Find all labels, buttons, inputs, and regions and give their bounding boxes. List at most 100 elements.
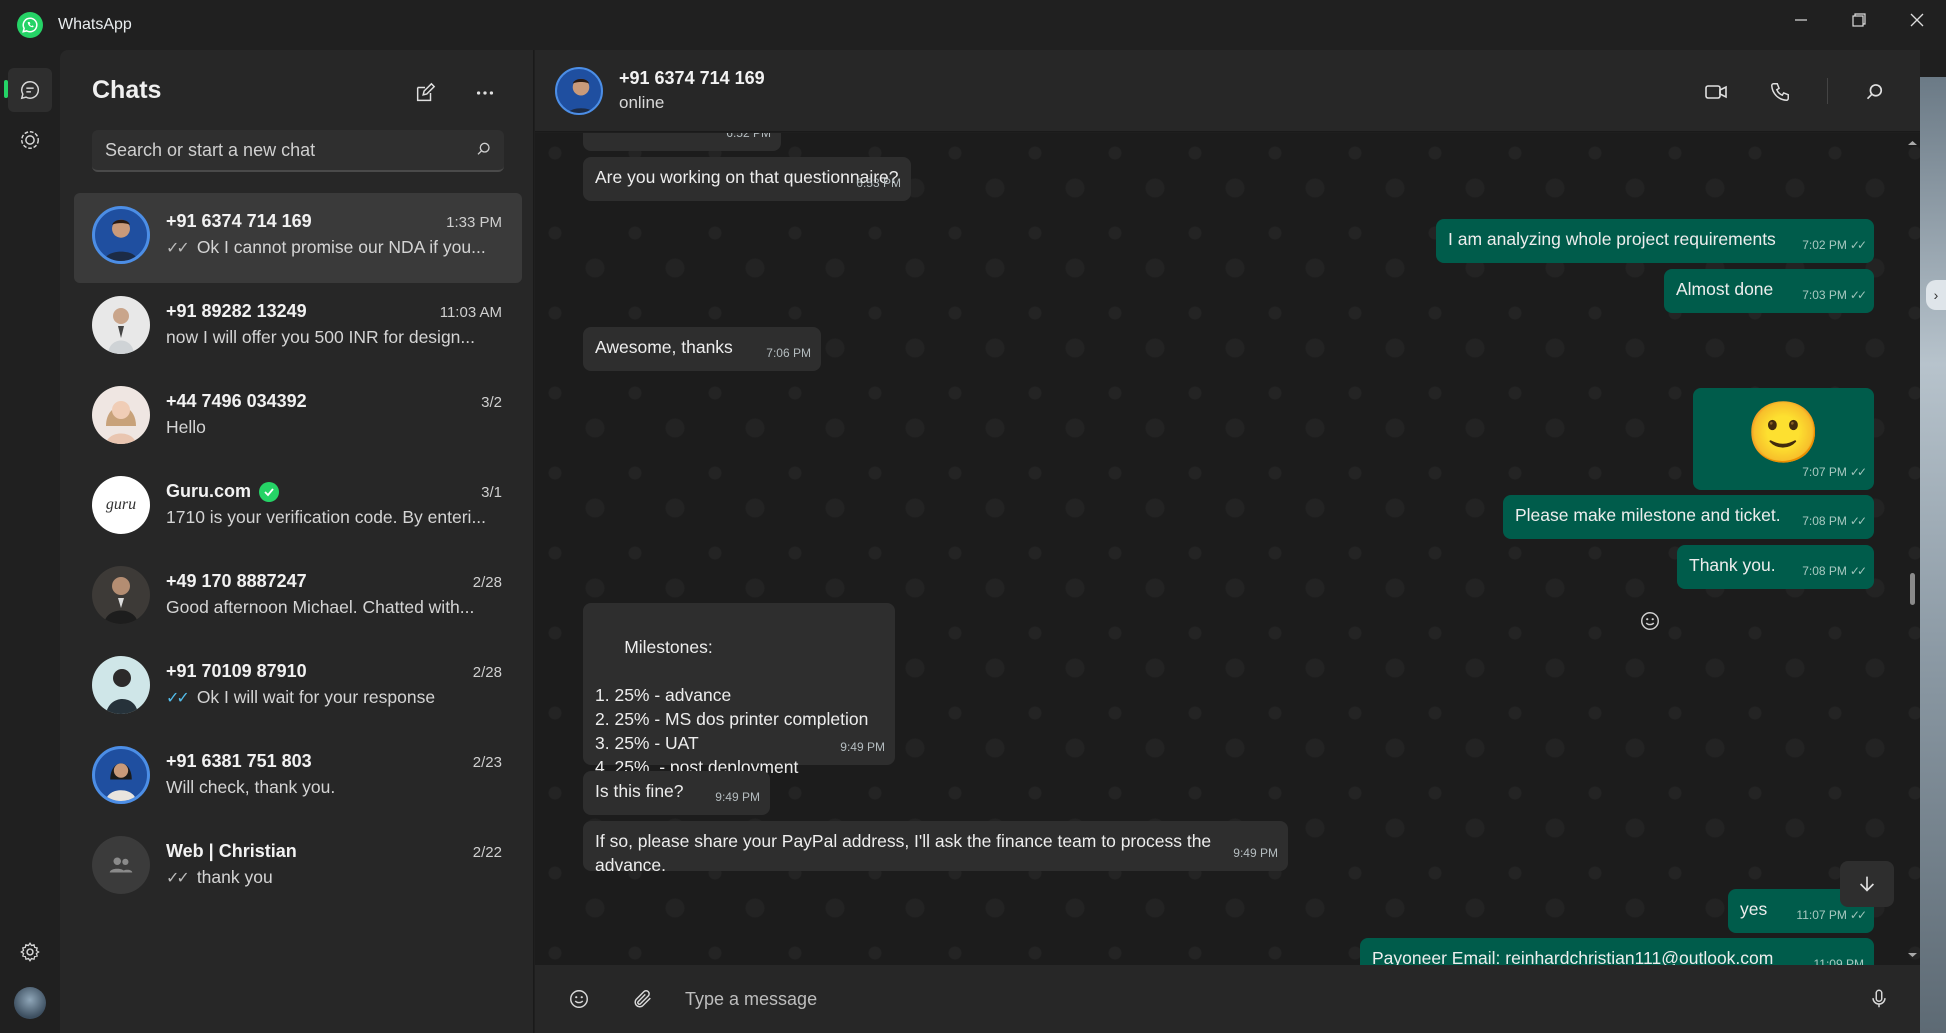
read-ticks-icon: ✓✓ [166, 239, 190, 257]
chat-preview: Good afternoon Michael. Chatted with... [166, 597, 496, 618]
message-outgoing[interactable]: I am analyzing whole project requirement… [1436, 219, 1874, 263]
message-incoming[interactable]: Awesome, thanks 7:06 PM [583, 327, 821, 371]
chat-list-item[interactable]: +91 70109 87910 2/28 ✓✓ Ok I will wait f… [74, 643, 522, 733]
voice-call-button[interactable] [1762, 74, 1798, 110]
emoji-icon [570, 990, 588, 1008]
status-icon [21, 131, 39, 149]
chat-list-item[interactable]: +44 7496 034392 3/2 Hello [74, 373, 522, 463]
message-text: Milestones: 1. 25% - advance 2. 25% - MS… [595, 637, 869, 777]
chat-preview-text: Ok I will wait for your response [196, 687, 436, 707]
search-input[interactable] [92, 130, 504, 170]
conversation-header[interactable]: +91 6374 714 169 online [535, 50, 1920, 132]
chat-time: 2/23 [472, 754, 502, 771]
contact-avatar [92, 386, 150, 444]
message-text: yes [1740, 899, 1768, 919]
message-outgoing-emoji[interactable]: 🙂 7:07 PM ✓✓ [1693, 388, 1874, 490]
scroll-up-icon[interactable] [1905, 137, 1920, 149]
chat-preview: ✓✓ Ok I cannot promise our NDA if you... [166, 237, 496, 258]
contact-avatar [92, 566, 150, 624]
chat-list-item[interactable]: +91 6374 714 169 1:33 PM ✓✓ Ok I cannot … [74, 193, 522, 283]
contact-name: +91 6374 714 169 [619, 68, 765, 88]
status-nav-button[interactable] [8, 118, 52, 162]
message-text: Payoneer Email: reinhardchristian111@out… [1372, 948, 1774, 965]
message-input[interactable] [685, 979, 1785, 1019]
message-outgoing[interactable]: Please make milestone and ticket. 7:08 P… [1503, 495, 1874, 539]
message-time: 7:07 PM ✓✓ [1802, 460, 1867, 484]
video-call-button[interactable] [1698, 74, 1734, 110]
chat-time: 2/28 [472, 664, 502, 681]
chat-preview: 1710 is your verification code. By enter… [166, 507, 496, 528]
contact-avatar [92, 296, 150, 354]
read-ticks-icon: ✓✓ [166, 689, 190, 707]
read-ticks-icon: ✓✓ [166, 869, 190, 887]
message-incoming[interactable]: Are you working on that questionnaire? 6… [583, 157, 911, 201]
message-incoming[interactable]: Milestones: 1. 25% - advance 2. 25% - MS… [583, 603, 895, 777]
profile-avatar[interactable] [14, 987, 46, 1019]
emoji-react-icon[interactable] [1639, 610, 1661, 632]
close-button[interactable] [1888, 0, 1946, 40]
read-ticks-icon: ✓✓ [1849, 514, 1867, 528]
video-camera-icon [1705, 85, 1727, 99]
conversation-pane: +91 6374 714 169 online 6:52 PM Are you … [535, 50, 1920, 1033]
settings-nav-button[interactable] [8, 930, 52, 974]
chat-list-item[interactable]: +91 89282 13249 11:03 AM now I will offe… [74, 283, 522, 373]
voice-message-button[interactable] [1863, 983, 1895, 1015]
phone-icon [1771, 83, 1789, 101]
compose-icon [416, 82, 436, 102]
side-panel-toggle-icon[interactable]: › [1926, 280, 1946, 310]
message-incoming[interactable]: Is this fine? 9:49 PM [583, 771, 770, 815]
restore-button[interactable] [1830, 0, 1888, 40]
chat-time: 11:03 AM [439, 304, 502, 321]
desktop-background [1920, 77, 1946, 1033]
search-icon[interactable] [476, 141, 492, 157]
chat-preview-text: Will check, thank you. [166, 777, 336, 797]
title-bar: WhatsApp [0, 0, 1946, 50]
more-options-button[interactable] [468, 76, 502, 110]
search-box [92, 130, 504, 172]
chat-name-text: Guru.com [166, 481, 252, 501]
gear-icon [20, 942, 40, 962]
message-scrollbar[interactable] [1905, 133, 1920, 965]
chat-preview-text: 1710 is your verification code. By enter… [166, 507, 487, 527]
contact-avatar [92, 206, 150, 264]
chat-list-item[interactable]: +91 6381 751 803 2/23 Will check, thank … [74, 733, 522, 823]
chat-preview: ✓✓ Ok I will wait for your response [166, 687, 496, 708]
message-outgoing[interactable]: Thank you. 7:08 PM ✓✓ [1677, 545, 1874, 589]
minimize-button[interactable] [1772, 0, 1830, 40]
message-incoming[interactable]: 6:52 PM [583, 133, 781, 151]
whatsapp-logo-icon [17, 12, 43, 38]
attach-button[interactable] [627, 983, 659, 1015]
chat-time: 3/1 [481, 484, 502, 501]
scroll-to-bottom-button[interactable] [1840, 861, 1894, 907]
guru-logo: guru [92, 476, 150, 534]
verified-badge-icon [259, 481, 280, 502]
arrow-down-icon [1859, 876, 1875, 892]
chat-preview: now I will offer you 500 INR for design.… [166, 327, 496, 348]
message-area[interactable]: 6:52 PM Are you working on that question… [535, 133, 1920, 965]
read-ticks-icon: ✓✓ [1849, 288, 1867, 302]
message-composer [535, 965, 1920, 1033]
chat-list-item[interactable]: Web | Christian 2/22 ✓✓ thank you [74, 823, 522, 913]
message-time: 7:08 PM ✓✓ [1802, 559, 1867, 583]
message-time: 9:49 PM [840, 740, 885, 754]
emoji-button[interactable] [563, 983, 595, 1015]
message-outgoing[interactable]: Almost done 7:03 PM ✓✓ [1664, 269, 1874, 313]
scrollbar-thumb[interactable] [1910, 573, 1915, 605]
chats-nav-button[interactable] [8, 68, 52, 112]
contact-avatar[interactable] [555, 67, 603, 115]
scroll-down-icon[interactable] [1905, 949, 1920, 961]
chat-list: +91 6374 714 169 1:33 PM ✓✓ Ok I cannot … [74, 193, 522, 913]
chat-list-item[interactable]: +49 170 8887247 2/28 Good afternoon Mich… [74, 553, 522, 643]
read-ticks-icon: ✓✓ [1849, 564, 1867, 578]
new-chat-button[interactable] [408, 76, 442, 110]
chat-time: 2/22 [472, 844, 502, 861]
message-outgoing[interactable]: Payoneer Email: reinhardchristian111@out… [1360, 938, 1874, 965]
sidebar-title: Chats [92, 76, 162, 104]
message-incoming[interactable]: If so, please share your PayPal address,… [583, 821, 1288, 875]
chat-name: +91 6374 714 169 [166, 211, 312, 231]
chat-name: +91 6381 751 803 [166, 751, 312, 771]
search-messages-button[interactable] [1857, 74, 1893, 110]
message-text: Please make milestone and ticket. [1515, 505, 1781, 525]
chat-list-item[interactable]: guru Guru.com 3/1 1710 is your verificat… [74, 463, 522, 553]
navigation-rail [0, 50, 60, 1033]
